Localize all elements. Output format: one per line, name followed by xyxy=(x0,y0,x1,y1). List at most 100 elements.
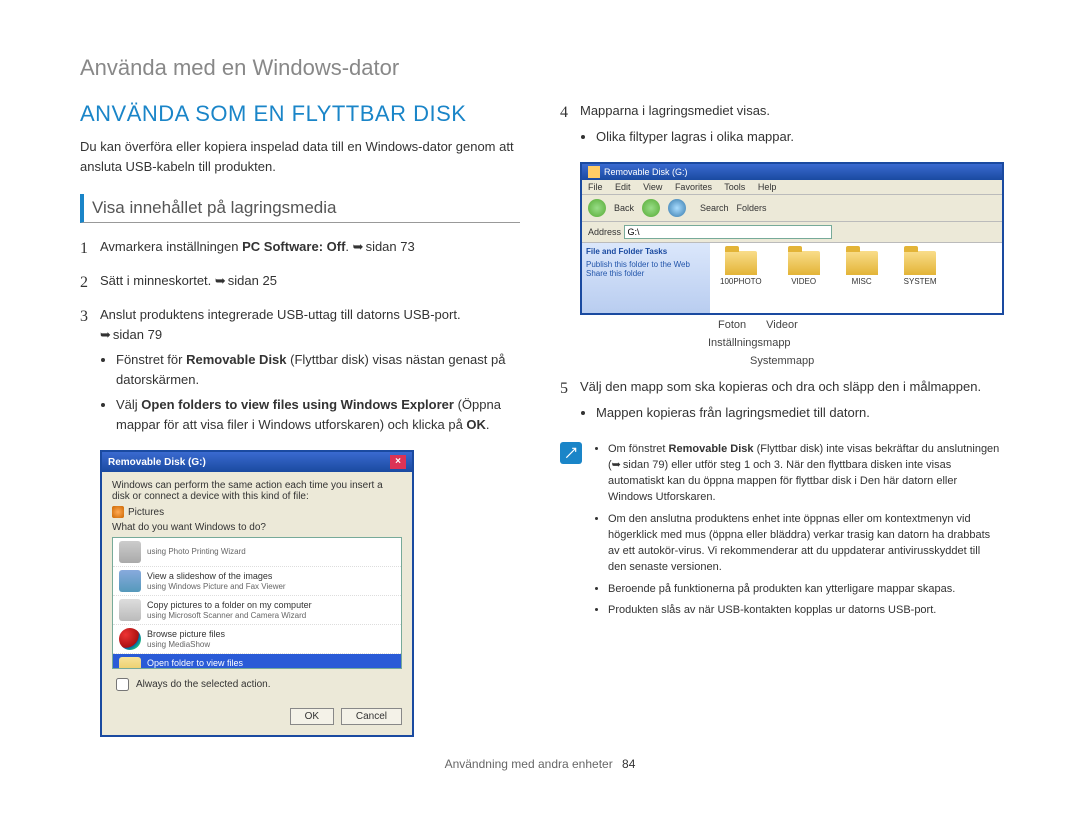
content-columns: ANVÄNDA SOM EN FLYTTBAR DISK Du kan över… xyxy=(80,101,1000,737)
note-item-4: Produkten slås av när USB-kontakten kopp… xyxy=(608,603,1000,619)
drive-icon xyxy=(588,166,600,178)
cancel-button[interactable]: Cancel xyxy=(341,708,402,725)
page-ref-icon xyxy=(353,239,366,254)
list-item[interactable]: View a slideshow of the imagesusing Wind… xyxy=(113,567,401,596)
right-column: 4 Mapparna i lagringsmediet visas. Olika… xyxy=(560,101,1000,737)
b2-end: . xyxy=(486,417,490,432)
b2-ok: OK xyxy=(466,417,486,432)
explorer-addressbar: Address xyxy=(582,222,1002,243)
folder-label: 100PHOTO xyxy=(720,277,762,286)
step-2: 2 Sätt i minneskortet. sidan 25 xyxy=(80,271,520,295)
folder-label: MISC xyxy=(846,277,878,286)
section-title: ANVÄNDA SOM EN FLYTTBAR DISK xyxy=(80,101,520,127)
back-icon[interactable] xyxy=(588,199,606,217)
folders-label[interactable]: Folders xyxy=(737,203,767,213)
list-item[interactable]: Copy pictures to a folder on my computer… xyxy=(113,596,401,625)
close-icon[interactable]: × xyxy=(390,455,406,469)
n1-pre: Om fönstret xyxy=(608,443,669,455)
side-link-1[interactable]: Publish this folder to the Web xyxy=(586,260,706,269)
explorer-menu[interactable]: File Edit View Favorites Tools Help xyxy=(582,180,1002,195)
printer-icon xyxy=(119,541,141,563)
ok-button[interactable]: OK xyxy=(290,708,334,725)
step-4-text: Mapparna i lagringsmediet visas. xyxy=(580,103,770,118)
menu-favorites[interactable]: Favorites xyxy=(675,182,712,192)
slideshow-icon xyxy=(119,570,141,592)
note-item-3: Beroende på funktionerna på produkten ka… xyxy=(608,582,1000,598)
side-heading: File and Folder Tasks xyxy=(586,247,706,256)
address-input[interactable] xyxy=(624,225,832,239)
pictures-label: Pictures xyxy=(128,507,164,518)
explorer-titlebar: Removable Disk (G:) xyxy=(582,164,1002,180)
up-icon[interactable] xyxy=(668,199,686,217)
folder-system[interactable]: SYSTEM xyxy=(904,251,937,305)
step-3: 3 Anslut produktens integrerade USB-utta… xyxy=(80,305,520,440)
b2-pre: Välj xyxy=(116,397,141,412)
step-4: 4 Mapparna i lagringsmediet visas. Olika… xyxy=(560,101,1000,152)
footer-text: Användning med andra enheter xyxy=(445,757,613,771)
list-item[interactable]: using Photo Printing Wizard xyxy=(113,538,401,567)
step-3-bullet-2: Välj Open folders to view files using Wi… xyxy=(116,395,520,434)
callout-system: Systemmapp xyxy=(750,355,814,367)
item-title: View a slideshow of the images xyxy=(147,571,286,582)
page-number: 84 xyxy=(622,757,635,771)
b1-bold: Removable Disk xyxy=(186,352,286,367)
dialog-title: Removable Disk (G:) xyxy=(108,457,206,468)
action-list[interactable]: using Photo Printing Wizard View a slide… xyxy=(112,537,402,669)
explorer-sidepane: File and Folder Tasks Publish this folde… xyxy=(582,243,710,313)
callout-settings: Inställningsmapp xyxy=(708,337,791,349)
forward-icon[interactable] xyxy=(642,199,660,217)
step-number: 2 xyxy=(80,271,100,295)
note-item-1: Om fönstret Removable Disk (Flyttbar dis… xyxy=(608,442,1000,506)
item-title: Open folder to view files xyxy=(147,658,243,669)
item-sub: using Photo Printing Wizard xyxy=(147,547,246,557)
step-1-bold: PC Software: Off xyxy=(242,239,345,254)
search-label[interactable]: Search xyxy=(700,203,729,213)
folder-photo[interactable]: 100PHOTO xyxy=(720,251,762,305)
folder-callouts: Foton Videor Inställningsmapp Systemmapp xyxy=(580,319,1000,367)
item-sub: using Windows Picture and Fax Viewer xyxy=(147,582,286,592)
page-ref-icon xyxy=(100,327,113,342)
always-checkbox-row[interactable]: Always do the selected action. xyxy=(112,675,402,694)
folder-label: SYSTEM xyxy=(904,277,937,286)
folder-icon xyxy=(119,657,141,669)
menu-help[interactable]: Help xyxy=(758,182,777,192)
step-1-pre: Avmarkera inställningen xyxy=(100,239,242,254)
b1-pre: Fönstret för xyxy=(116,352,186,367)
folder-icon xyxy=(904,251,936,275)
menu-view[interactable]: View xyxy=(643,182,662,192)
step-2-ref: sidan 25 xyxy=(228,273,277,288)
step-number: 1 xyxy=(80,237,100,261)
note-icon xyxy=(560,442,582,464)
side-link-2[interactable]: Share this folder xyxy=(586,269,706,278)
dialog-line1: Windows can perform the same action each… xyxy=(112,480,402,502)
always-checkbox[interactable] xyxy=(116,678,129,691)
item-sub: using Microsoft Scanner and Camera Wizar… xyxy=(147,611,312,621)
step-1-post: . xyxy=(345,239,352,254)
dialog-titlebar: Removable Disk (G:) × xyxy=(102,452,412,472)
explorer-main: 100PHOTO VIDEO MISC SYSTEM xyxy=(710,243,1002,313)
intro-text: Du kan överföra eller kopiera inspelad d… xyxy=(80,137,520,176)
step-5-bullet: Mappen kopieras från lagringsmediet till… xyxy=(596,403,1000,423)
mediashow-icon xyxy=(119,628,141,650)
back-label[interactable]: Back xyxy=(614,203,634,213)
folder-misc[interactable]: MISC xyxy=(846,251,878,305)
folder-video[interactable]: VIDEO xyxy=(788,251,820,305)
step-2-text: Sätt i minneskortet. xyxy=(100,273,215,288)
menu-edit[interactable]: Edit xyxy=(615,182,631,192)
explorer-title: Removable Disk (G:) xyxy=(604,167,688,177)
sub-heading: Visa innehållet på lagringsmedia xyxy=(80,194,520,223)
callout-videor: Videor xyxy=(766,319,798,331)
step-4-bullet: Olika filtyper lagras i olika mappar. xyxy=(596,127,1000,147)
note-box: Om fönstret Removable Disk (Flyttbar dis… xyxy=(560,442,1000,625)
folder-icon xyxy=(788,251,820,275)
menu-tools[interactable]: Tools xyxy=(724,182,745,192)
step-1-ref: sidan 73 xyxy=(366,239,415,254)
callout-foton: Foton xyxy=(718,319,746,331)
menu-file[interactable]: File xyxy=(588,182,603,192)
list-item-selected[interactable]: Open folder to view filesusing Windows E… xyxy=(113,654,401,669)
step-number: 3 xyxy=(80,305,100,440)
item-title: Copy pictures to a folder on my computer xyxy=(147,600,312,611)
step-3-bullet-1: Fönstret för Removable Disk (Flyttbar di… xyxy=(116,350,520,389)
explorer-toolbar: Back Search Folders xyxy=(582,195,1002,222)
list-item[interactable]: Browse picture filesusing MediaShow xyxy=(113,625,401,654)
